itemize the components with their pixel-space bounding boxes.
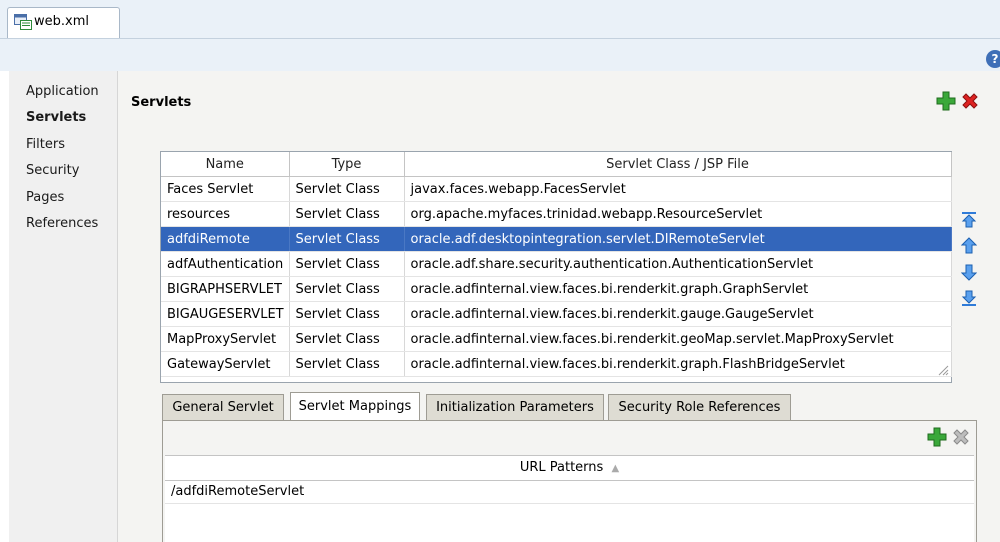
- cell-type: Servlet Class: [289, 301, 405, 327]
- move-bottom-icon: [961, 290, 977, 306]
- cell-name: GatewayServlet: [161, 351, 290, 377]
- move-top-button[interactable]: [961, 211, 977, 233]
- delete-icon: [962, 93, 978, 109]
- cell-type: Servlet Class: [289, 326, 405, 352]
- cell-class: oracle.adfinternal.view.faces.bi.renderk…: [404, 276, 952, 302]
- tab-general-servlet[interactable]: General Servlet: [162, 394, 284, 420]
- file-tab-web-xml[interactable]: web.xml: [7, 7, 120, 39]
- cell-type: Servlet Class: [289, 251, 405, 277]
- move-down-button[interactable]: [960, 263, 978, 285]
- resize-grip-icon[interactable]: [937, 364, 949, 380]
- delete-servlet-button[interactable]: [960, 91, 980, 115]
- servlets-panel: Servlets Name Type Servlet Class / JSP F…: [117, 71, 1000, 542]
- move-top-icon: [961, 212, 977, 228]
- cell-name: resources: [161, 201, 290, 227]
- table-row[interactable]: Faces Servlet Servlet Class javax.faces.…: [161, 176, 952, 202]
- cell-type: Servlet Class: [289, 351, 405, 377]
- table-row[interactable]: GatewayServlet Servlet Class oracle.adfi…: [161, 351, 952, 377]
- editor-tab-strip: web.xml: [0, 0, 1000, 39]
- move-down-icon: [960, 264, 978, 281]
- cell-name: MapProxyServlet: [161, 326, 290, 352]
- cell-name: adfdiRemote: [161, 226, 290, 252]
- nav-item-pages[interactable]: Pages: [26, 190, 64, 205]
- overview-nav: Application Servlets Filters Security Pa…: [9, 71, 117, 542]
- sort-ascending-icon: ▲: [611, 463, 620, 474]
- table-row[interactable]: resources Servlet Class org.apache.myfac…: [161, 201, 952, 227]
- move-up-button[interactable]: [960, 237, 978, 259]
- tab-security-role-references[interactable]: Security Role References: [608, 394, 791, 420]
- page-title: Servlets: [131, 95, 192, 110]
- nav-item-servlets[interactable]: Servlets: [26, 110, 86, 125]
- cell-name: BIGAUGESERVLET: [161, 301, 290, 327]
- file-xml-icon: [14, 14, 32, 34]
- file-tab-label: web.xml: [34, 14, 89, 29]
- servlet-mappings-panel: URL Patterns ▲ /adfdiRemoteServlet: [162, 420, 977, 542]
- column-header-type[interactable]: Type: [289, 152, 405, 177]
- move-up-icon: [960, 237, 978, 254]
- delete-icon: [953, 429, 969, 445]
- cell-name: BIGRAPHSERVLET: [161, 276, 290, 302]
- table-row[interactable]: adfAuthentication Servlet Class oracle.a…: [161, 251, 952, 277]
- cell-name: Faces Servlet: [161, 176, 290, 202]
- table-row[interactable]: BIGAUGESERVLET Servlet Class oracle.adfi…: [161, 301, 952, 327]
- cell-class: oracle.adfinternal.view.faces.bi.renderk…: [404, 301, 952, 327]
- column-header-url-patterns[interactable]: URL Patterns ▲: [165, 456, 974, 481]
- add-icon: [927, 427, 947, 447]
- table-row-selected[interactable]: adfdiRemote Servlet Class oracle.adf.des…: [161, 226, 952, 252]
- table-row[interactable]: MapProxyServlet Servlet Class oracle.adf…: [161, 326, 952, 352]
- move-bottom-button[interactable]: [961, 289, 977, 311]
- nav-item-filters[interactable]: Filters: [26, 137, 65, 152]
- cell-type: Servlet Class: [289, 276, 405, 302]
- editor-toolbar: ?: [0, 38, 1000, 71]
- column-header-name[interactable]: Name: [161, 152, 290, 177]
- cell-class: oracle.adfinternal.view.faces.bi.renderk…: [404, 351, 952, 377]
- column-header-class[interactable]: Servlet Class / JSP File: [404, 152, 952, 177]
- add-icon: [936, 91, 956, 111]
- table-row[interactable]: /adfdiRemoteServlet: [165, 480, 974, 504]
- url-patterns-table: URL Patterns ▲ /adfdiRemoteServlet: [165, 455, 974, 542]
- cell-type: Servlet Class: [289, 201, 405, 227]
- cell-class: javax.faces.webapp.FacesServlet: [404, 176, 952, 202]
- add-url-pattern-button[interactable]: [927, 427, 947, 451]
- cell-type: Servlet Class: [289, 176, 405, 202]
- nav-item-security[interactable]: Security: [26, 163, 79, 178]
- servlet-table: Name Type Servlet Class / JSP File Faces…: [160, 151, 952, 383]
- cell-class: oracle.adf.share.security.authentication…: [404, 251, 952, 277]
- tab-servlet-mappings[interactable]: Servlet Mappings: [290, 392, 420, 421]
- url-patterns-header-label: URL Patterns: [519, 460, 604, 475]
- cell-class: oracle.adf.desktopintegration.servlet.DI…: [404, 226, 952, 252]
- cell-class: org.apache.myfaces.trinidad.webapp.Resou…: [404, 201, 952, 227]
- nav-item-application[interactable]: Application: [26, 84, 99, 99]
- cell-name: adfAuthentication: [161, 251, 290, 277]
- tab-initialization-parameters[interactable]: Initialization Parameters: [426, 394, 604, 420]
- cell-type: Servlet Class: [289, 226, 405, 252]
- nav-item-references[interactable]: References: [26, 216, 98, 231]
- cell-class: oracle.adfinternal.view.faces.bi.renderk…: [404, 326, 952, 352]
- help-icon[interactable]: ?: [986, 50, 1000, 68]
- table-row[interactable]: BIGRAPHSERVLET Servlet Class oracle.adfi…: [161, 276, 952, 302]
- add-servlet-button[interactable]: [936, 91, 956, 115]
- delete-url-pattern-button[interactable]: [951, 427, 971, 451]
